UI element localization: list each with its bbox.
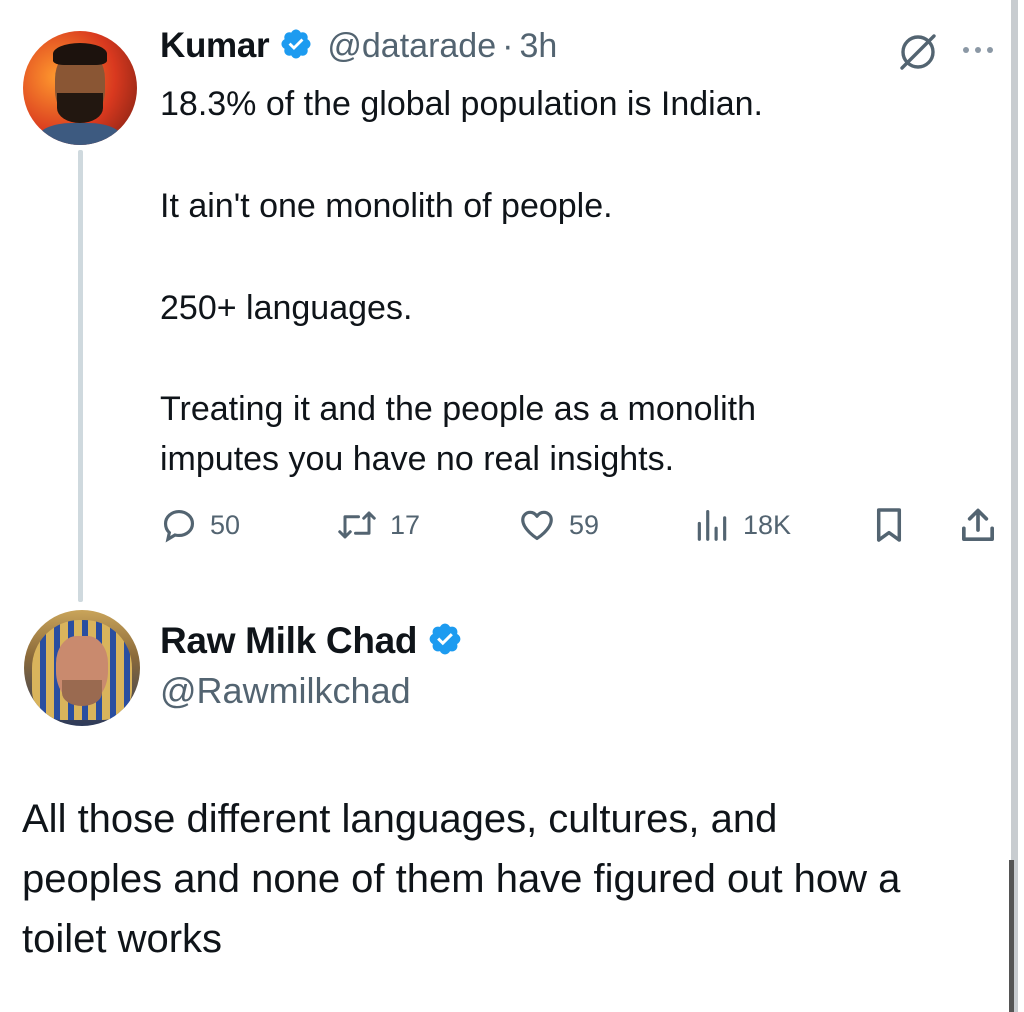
verified-badge-icon (427, 621, 463, 662)
grok-icon[interactable] (896, 30, 940, 79)
tweet2-text-line: peoples and none of them have figured ou… (22, 857, 901, 901)
tweet1-text-line: 18.3% of the global population is Indian… (160, 85, 764, 123)
heart-icon (521, 510, 553, 541)
share-button[interactable] (958, 505, 998, 545)
retweet-button[interactable]: 17 (336, 505, 420, 545)
author-name[interactable]: Kumar (160, 26, 270, 66)
tweet2-text-line: toilet works (22, 917, 223, 961)
tweet1-text-line: imputes you have no real insights. (160, 440, 675, 478)
tweet1-text-line: It ain't one monolith of people. (160, 187, 613, 225)
views-button[interactable]: 18K (693, 505, 791, 545)
retweet-count: 17 (390, 509, 421, 540)
thread-connector (78, 150, 83, 602)
author-handle[interactable]: @Rawmilkchad (160, 670, 411, 712)
scrollbar-thumb[interactable] (1009, 860, 1014, 1012)
like-count: 59 (569, 509, 600, 540)
tweet1-header: Kumar @datarade · 3h (160, 26, 557, 66)
more-icon[interactable] (958, 30, 998, 75)
verified-badge-icon (279, 27, 313, 66)
bookmark-button[interactable] (872, 505, 906, 545)
author-handle[interactable]: @datarade (327, 27, 496, 66)
reply-button[interactable]: 50 (160, 505, 240, 545)
timestamp[interactable]: 3h (519, 27, 557, 66)
views-count: 18K (743, 509, 792, 540)
tweet1-text-line: 250+ languages. (160, 289, 413, 327)
views-icon (697, 509, 727, 541)
avatar-kumar[interactable] (23, 31, 137, 145)
retweet-icon (338, 511, 376, 539)
share-icon (962, 508, 994, 541)
author-name[interactable]: Raw Milk Chad (160, 620, 418, 662)
bookmark-icon (876, 508, 902, 542)
avatar-rawmilkchad[interactable] (24, 610, 140, 726)
reply-count: 50 (210, 509, 241, 540)
tweet2-header: Raw Milk Chad (160, 620, 463, 662)
reply-icon (163, 509, 195, 543)
separator: · (502, 26, 514, 65)
tweet2-text-line: All those different languages, cultures,… (22, 797, 778, 841)
tweet1-text-line: Treating it and the people as a monolith (160, 390, 757, 428)
like-button[interactable]: 59 (517, 505, 599, 545)
